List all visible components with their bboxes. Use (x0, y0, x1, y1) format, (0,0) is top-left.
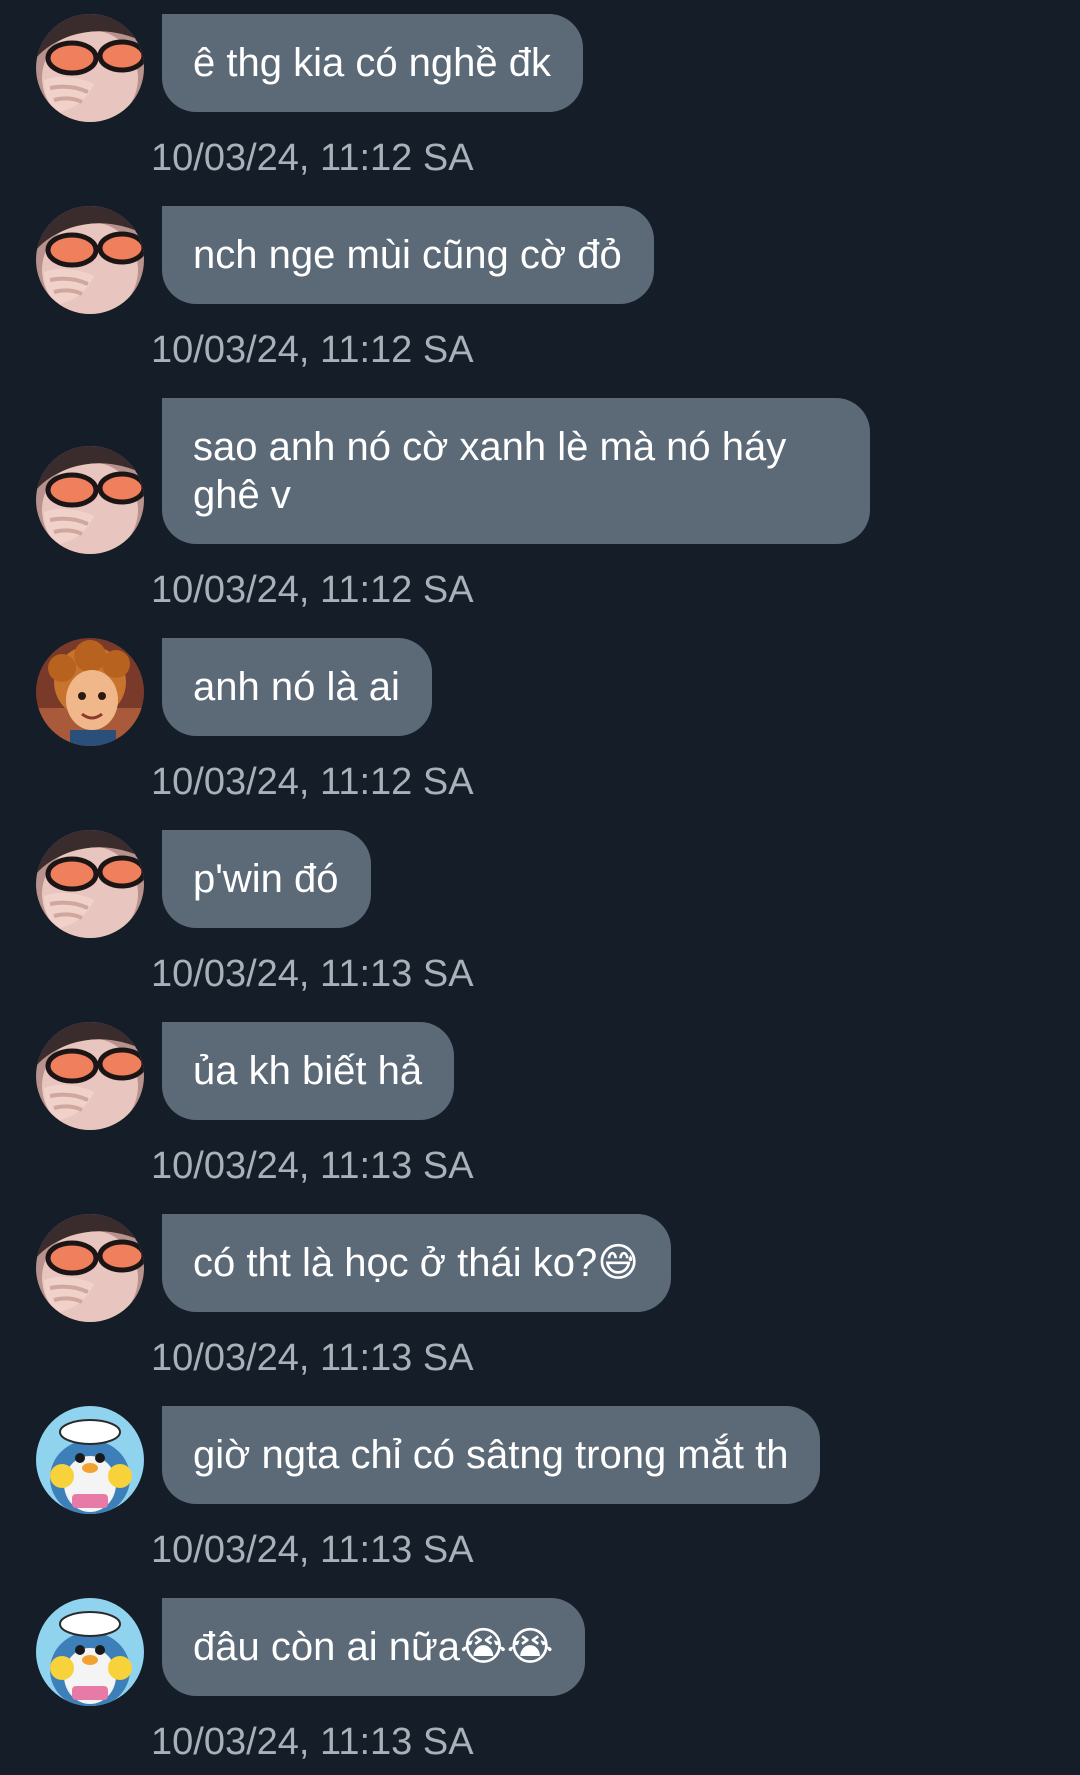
message-timestamp: 10/03/24, 11:13 SA (151, 1721, 474, 1763)
message-bubble[interactable]: giờ ngta chỉ có sâtng trong mắt th (162, 1406, 821, 1504)
message-bubble[interactable]: nch nge mùi cũng cờ đỏ (162, 206, 654, 304)
message-timestamp: 10/03/24, 11:13 SA (151, 1529, 474, 1571)
cartoon-boy-avatar[interactable] (36, 638, 144, 746)
sunglasses-person-avatar[interactable] (36, 14, 144, 122)
sunglasses-person-avatar[interactable] (36, 830, 144, 938)
message-timestamp: 10/03/24, 11:12 SA (151, 569, 474, 611)
message-bubble[interactable]: p'win đó (162, 830, 371, 928)
penguin-cartoon-avatar[interactable] (36, 1406, 144, 1514)
message-timestamp: 10/03/24, 11:12 SA (151, 761, 474, 803)
message-timestamp: 10/03/24, 11:13 SA (151, 953, 474, 995)
penguin-cartoon-avatar[interactable] (36, 1598, 144, 1706)
message-bubble[interactable]: đâu còn ai nữa😭😭 (162, 1598, 586, 1696)
message-bubble[interactable]: ê thg kia có nghề đk (162, 14, 584, 112)
sunglasses-person-avatar[interactable] (36, 446, 144, 554)
message-timestamp: 10/03/24, 11:13 SA (151, 1145, 474, 1187)
sunglasses-person-avatar[interactable] (36, 1214, 144, 1322)
message-bubble[interactable]: có tht là học ở thái ko?😅 (162, 1214, 671, 1312)
message-bubble[interactable]: sao anh nó cờ xanh lè mà nó háy ghê v (162, 398, 870, 544)
message-bubble[interactable]: ủa kh biết hả (162, 1022, 455, 1120)
message-timestamp: 10/03/24, 11:13 SA (151, 1337, 474, 1379)
chat-message-list[interactable]: ê thg kia có nghề đk 10/03/24, 11:12 SA … (0, 0, 1080, 1775)
sunglasses-person-avatar[interactable] (36, 1022, 144, 1130)
message-timestamp: 10/03/24, 11:12 SA (151, 137, 474, 179)
message-bubble[interactable]: anh nó là ai (162, 638, 432, 736)
sunglasses-person-avatar[interactable] (36, 206, 144, 314)
message-timestamp: 10/03/24, 11:12 SA (151, 329, 474, 371)
